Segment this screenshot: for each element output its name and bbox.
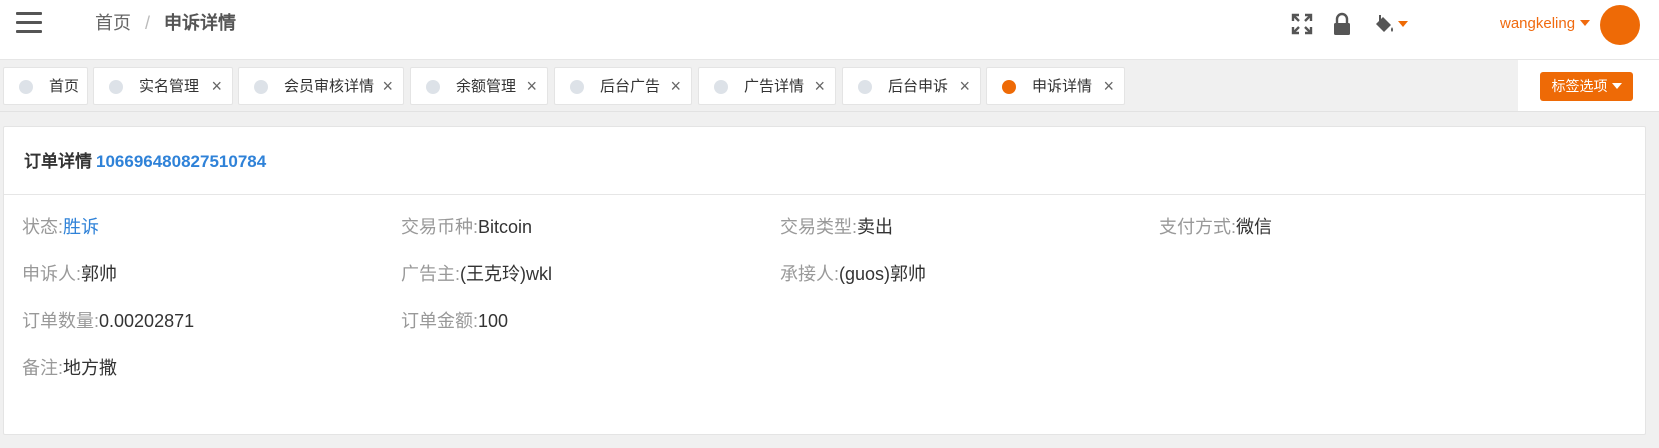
field-remark: 备注:地方撒 — [22, 356, 117, 380]
chevron-down-icon — [1611, 83, 1622, 90]
panel-title: 订单详情 — [24, 152, 92, 171]
field-label: 交易类型: — [780, 217, 858, 237]
tab-label: 实名管理 — [139, 78, 200, 95]
tab-status-dot-icon — [570, 80, 584, 94]
close-icon[interactable]: × — [382, 77, 393, 95]
order-detail-panel: 订单详情 106696480827510784 状态:胜诉 交易币种:Bitcoi… — [3, 126, 1646, 435]
tab-status-dot-icon — [19, 80, 33, 94]
field-pay-method: 支付方式:微信 — [1159, 215, 1272, 239]
trade-type-value: 卖出 — [857, 217, 894, 237]
fullscreen-icon[interactable] — [1290, 12, 1314, 36]
hamburger-menu-icon[interactable] — [16, 12, 42, 34]
lock-icon[interactable] — [1330, 12, 1354, 36]
field-order-amount: 订单金额:100 — [401, 309, 508, 333]
order-number: 106696480827510784 — [96, 152, 267, 171]
field-label: 订单金额: — [401, 311, 479, 331]
tab-label: 广告详情 — [744, 78, 805, 95]
status-value: 胜诉 — [63, 217, 100, 237]
field-advertiser: 广告主:(王克玲)wkl — [401, 262, 552, 286]
tab-status-dot-icon — [426, 80, 440, 94]
appellant-value: 郭帅 — [81, 264, 118, 284]
tab-label: 后台广告 — [600, 78, 661, 95]
remark-value: 地方撒 — [63, 358, 118, 378]
field-acceptor: 承接人:(guos)郭帅 — [780, 262, 926, 286]
order-qty-value: 0.00202871 — [99, 311, 195, 331]
breadcrumb-current: 申诉详情 — [164, 13, 237, 33]
field-label: 交易币种: — [401, 217, 479, 237]
close-icon[interactable]: × — [211, 77, 222, 95]
close-icon[interactable]: × — [814, 77, 825, 95]
tag-options-panel: 标签选项 — [1518, 60, 1659, 111]
tab-status-dot-icon — [714, 80, 728, 94]
tab-label: 后台申诉 — [888, 78, 949, 95]
close-icon[interactable]: × — [1103, 77, 1114, 95]
top-header: 首页 / 申诉详情 wangkeling — [0, 0, 1659, 60]
field-label: 订单数量: — [22, 311, 100, 331]
close-icon[interactable]: × — [670, 77, 681, 95]
advertiser-value: (王克玲)wkl — [460, 264, 553, 284]
tab-ad-detail[interactable]: 广告详情 × — [698, 67, 836, 105]
field-label: 状态: — [22, 217, 64, 237]
field-coin: 交易币种:Bitcoin — [401, 215, 532, 239]
order-amount-value: 100 — [478, 311, 509, 331]
field-status: 状态:胜诉 — [22, 215, 99, 239]
field-label: 承接人: — [780, 264, 840, 284]
field-label: 广告主: — [401, 264, 461, 284]
panel-header: 订单详情 106696480827510784 — [4, 127, 1645, 195]
tab-label: 申诉详情 — [1032, 78, 1093, 95]
paint-bucket-icon[interactable] — [1372, 12, 1412, 36]
field-label: 申诉人: — [22, 264, 82, 284]
tab-status-dot-icon — [858, 80, 872, 94]
tag-options-button[interactable]: 标签选项 — [1540, 72, 1633, 101]
chevron-down-icon — [1580, 19, 1591, 26]
field-order-qty: 订单数量:0.00202871 — [22, 309, 194, 333]
field-label: 备注: — [22, 358, 64, 378]
acceptor-value: (guos)郭帅 — [839, 264, 927, 284]
breadcrumb: 首页 / 申诉详情 — [95, 12, 236, 34]
tab-realname[interactable]: 实名管理 × — [93, 67, 233, 105]
username: wangkeling — [1500, 15, 1576, 32]
tab-balance[interactable]: 余额管理 × — [410, 67, 548, 105]
field-appellant: 申诉人:郭帅 — [22, 262, 117, 286]
tab-label: 余额管理 — [456, 78, 517, 95]
close-icon[interactable]: × — [959, 77, 970, 95]
coin-value: Bitcoin — [478, 217, 533, 237]
tab-status-dot-icon — [109, 80, 123, 94]
tab-backend-appeal[interactable]: 后台申诉 × — [842, 67, 981, 105]
tab-appeal-detail[interactable]: 申诉详情 × — [986, 67, 1125, 105]
tab-label: 会员审核详情 — [284, 78, 375, 95]
tab-label: 首页 — [49, 78, 80, 95]
pay-method-value: 微信 — [1236, 217, 1273, 237]
field-trade-type: 交易类型:卖出 — [780, 215, 893, 239]
tab-status-dot-icon — [1002, 80, 1016, 94]
close-icon[interactable]: × — [526, 77, 537, 95]
tab-home[interactable]: 首页 — [3, 67, 88, 105]
tag-options-label: 标签选项 — [1551, 78, 1608, 94]
field-label: 支付方式: — [1159, 217, 1237, 237]
user-menu[interactable]: wangkeling — [1500, 14, 1591, 34]
breadcrumb-home[interactable]: 首页 — [95, 13, 131, 33]
breadcrumb-separator: / — [145, 13, 151, 33]
tab-bar: 首页 实名管理 × 会员审核详情 × 余额管理 × 后台广告 × 广告详情 × … — [0, 60, 1659, 112]
avatar[interactable] — [1600, 5, 1640, 45]
tab-status-dot-icon — [254, 80, 268, 94]
tab-member-review[interactable]: 会员审核详情 × — [238, 67, 404, 105]
tab-backend-ads[interactable]: 后台广告 × — [554, 67, 692, 105]
